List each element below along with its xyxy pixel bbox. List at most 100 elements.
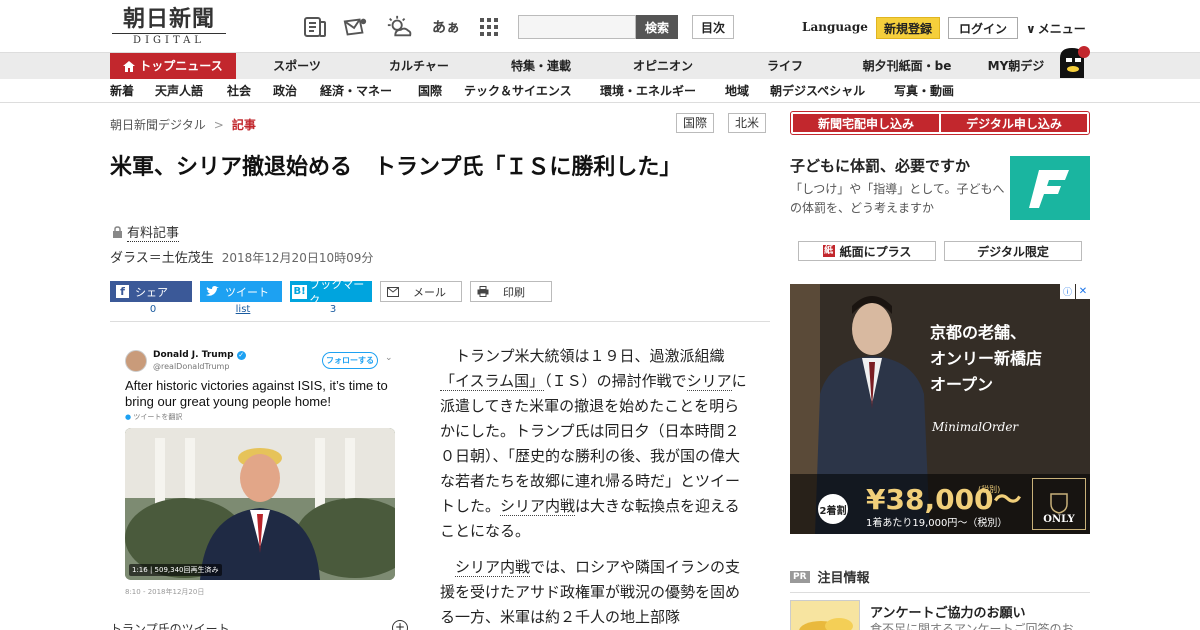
breadcrumb-home[interactable]: 朝日新聞デジタル [110,116,206,133]
nav-tech-science[interactable]: テック＆サイエンス [464,79,572,103]
subscribe-digital-button[interactable]: デジタル申し込み [941,114,1087,132]
nav-sports[interactable]: スポーツ [254,53,340,80]
video-thumbnail [125,428,395,580]
nav-society[interactable]: 社会 [227,79,251,103]
tag-international[interactable]: 国際 [676,113,715,133]
search-input[interactable] [518,15,636,39]
subscribe-paper-button[interactable]: 新聞宅配申し込み [793,114,939,132]
paragraph: シリア内戦では、ロシアや隣国イランの支援を受けたアサド政権軍が戦況の優勢を固める… [440,558,741,626]
tweet-translate-link[interactable]: ● ツイートを翻訳 [125,412,182,422]
nav-newspaper[interactable]: 朝夕刊紙面・be [852,53,962,80]
nav-top-news[interactable]: トップニュース [110,53,236,80]
subscribe-box: 新聞宅配申し込み デジタル申し込み [790,111,1090,135]
pr-badge: PR [790,570,810,583]
paper-plus-label: 紙面にプラス [839,244,912,259]
mail-icon[interactable] [342,14,368,40]
forum-logo[interactable] [1010,156,1090,220]
nav-life[interactable]: ライフ [742,53,828,80]
facebook-share-button[interactable]: f シェア [110,281,192,302]
promo-title[interactable]: 子どもに体罰、必要ですか [790,155,1005,176]
shield-crest-icon [1050,493,1068,514]
hatena-bookmark-label: ブックマーク [309,277,365,307]
tweet-video[interactable]: 1:16 | 509,340回再生済み [125,428,395,580]
advertisement[interactable]: 京都の老舗、 オンリー新橋店 オープン MinimalOrder 2着割 ¥38… [790,284,1090,534]
nav-culture[interactable]: カルチャー [376,53,462,80]
mascot-icon [1060,46,1090,78]
tweet-follow-button[interactable]: フォローする [322,352,378,369]
print-button[interactable]: 印刷 [470,281,552,302]
ad-badge: 2着割 [818,494,848,524]
font-size-icon[interactable]: あぁ [431,14,461,40]
breadcrumb: 朝日新聞デジタル > 記事 [110,116,256,133]
facebook-icon: f [116,285,129,298]
verified-icon: ✓ [236,351,246,360]
nav-top-news-label: トップニュース [139,59,223,73]
paid-label[interactable]: 有料記事 [112,222,180,242]
register-button[interactable]: 新規登録 [876,17,940,39]
link-syria[interactable]: シリア [686,372,732,391]
nav-politics[interactable]: 政治 [273,79,297,103]
twitter-share-button[interactable]: ツイート [200,281,282,302]
author: ダラス＝土佐茂生 [110,251,214,266]
menu-button[interactable]: ∨ メニュー [1026,20,1086,37]
expand-icon[interactable]: + [392,620,408,630]
pr-title[interactable]: アンケートご協力のお願い [870,602,1025,621]
tag-north-america[interactable]: 北米 [728,113,767,133]
nav-my-asahi[interactable]: MY朝デジ [980,53,1052,80]
language-link[interactable]: Language [802,20,868,34]
grid-icon[interactable] [476,14,502,40]
digital-only-button[interactable]: デジタル限定 [944,241,1082,261]
hatena-bookmark-button[interactable]: B! ブックマーク [290,278,372,307]
chevron-down-icon: ∨ [1026,21,1036,36]
nav-environment[interactable]: 環境・エネルギー [600,79,696,103]
ad-info-icon[interactable]: ⓘ [1060,284,1075,299]
twitter-icon [206,286,219,296]
ad-tax: (税別) [978,485,1001,494]
nav-region[interactable]: 地域 [725,79,749,103]
logo-english: DIGITAL [112,33,226,46]
promo-description[interactable]: 「しつけ」や「指導」として。子どもへの体罰を、どう考えますか [790,180,1005,218]
twitter-count[interactable]: list [200,304,286,315]
nav-tenseijingo[interactable]: 天声人語 [155,79,203,103]
paper-plus-button[interactable]: 紙 紙面にプラス [798,241,936,261]
mail-share-button[interactable]: メール [380,281,462,302]
nav-photo-video[interactable]: 写真・動画 [894,79,954,103]
tweet-caret-icon[interactable]: ⌄ [385,353,393,363]
paper-plus-icon: 紙 [822,245,835,257]
nav-opinion[interactable]: オピニオン [620,53,706,80]
twitter-share-label: ツイート [225,285,269,299]
tweet-caption: トランプ氏のツイート [110,622,230,630]
weather-icon[interactable] [386,14,412,40]
search-button[interactable]: 検索 [636,15,678,39]
mail-share-label: メール [413,285,446,299]
site-logo[interactable]: 朝日新聞 DIGITAL [112,6,226,48]
menu-label: メニュー [1037,22,1086,36]
link-syrian-civil-war[interactable]: シリア内戦 [500,497,576,516]
login-button[interactable]: ログイン [948,17,1018,39]
lock-icon [113,226,122,238]
envelope-icon [387,286,399,297]
nav-latest[interactable]: 新着 [110,79,134,103]
pr-thumbnail[interactable] [790,600,860,630]
tweet-embed[interactable]: Donald J. Trump ✓ @realDonaldTrump フォローす… [112,340,408,602]
link-syrian-civil-war[interactable]: シリア内戦 [455,558,531,577]
pr-heading: PR 注目情報 [790,567,1090,593]
divider [110,321,770,322]
paper-icon[interactable] [302,14,328,40]
pr-heading-label: 注目情報 [817,571,870,586]
toc-button[interactable]: 目次 [692,15,734,39]
tweet-text: After historic victories against ISIS, i… [125,378,388,409]
primary-nav: トップニュース スポーツ カルチャー 特集・連載 オピニオン ライフ 朝夕刊紙面… [0,52,1200,80]
nav-features[interactable]: 特集・連載 [498,53,584,80]
globe-icon: ● [125,413,132,421]
hatena-count: 3 [329,304,337,315]
nav-economy[interactable]: 経済・マネー [320,79,392,103]
nav-international[interactable]: 国際 [418,79,442,103]
ad-close-icon[interactable]: ✕ [1076,284,1090,299]
facebook-share-label: シェア [135,285,168,299]
publish-date: 2018年12月20日10時09分 [221,251,374,265]
nav-special[interactable]: 朝デジスペシャル [770,79,865,103]
link-islamic-state[interactable]: 「イスラム国」 [440,372,545,391]
print-label: 印刷 [503,285,525,299]
pr-description[interactable]: 食不足に関するアンケートご回答のお [870,620,1074,630]
